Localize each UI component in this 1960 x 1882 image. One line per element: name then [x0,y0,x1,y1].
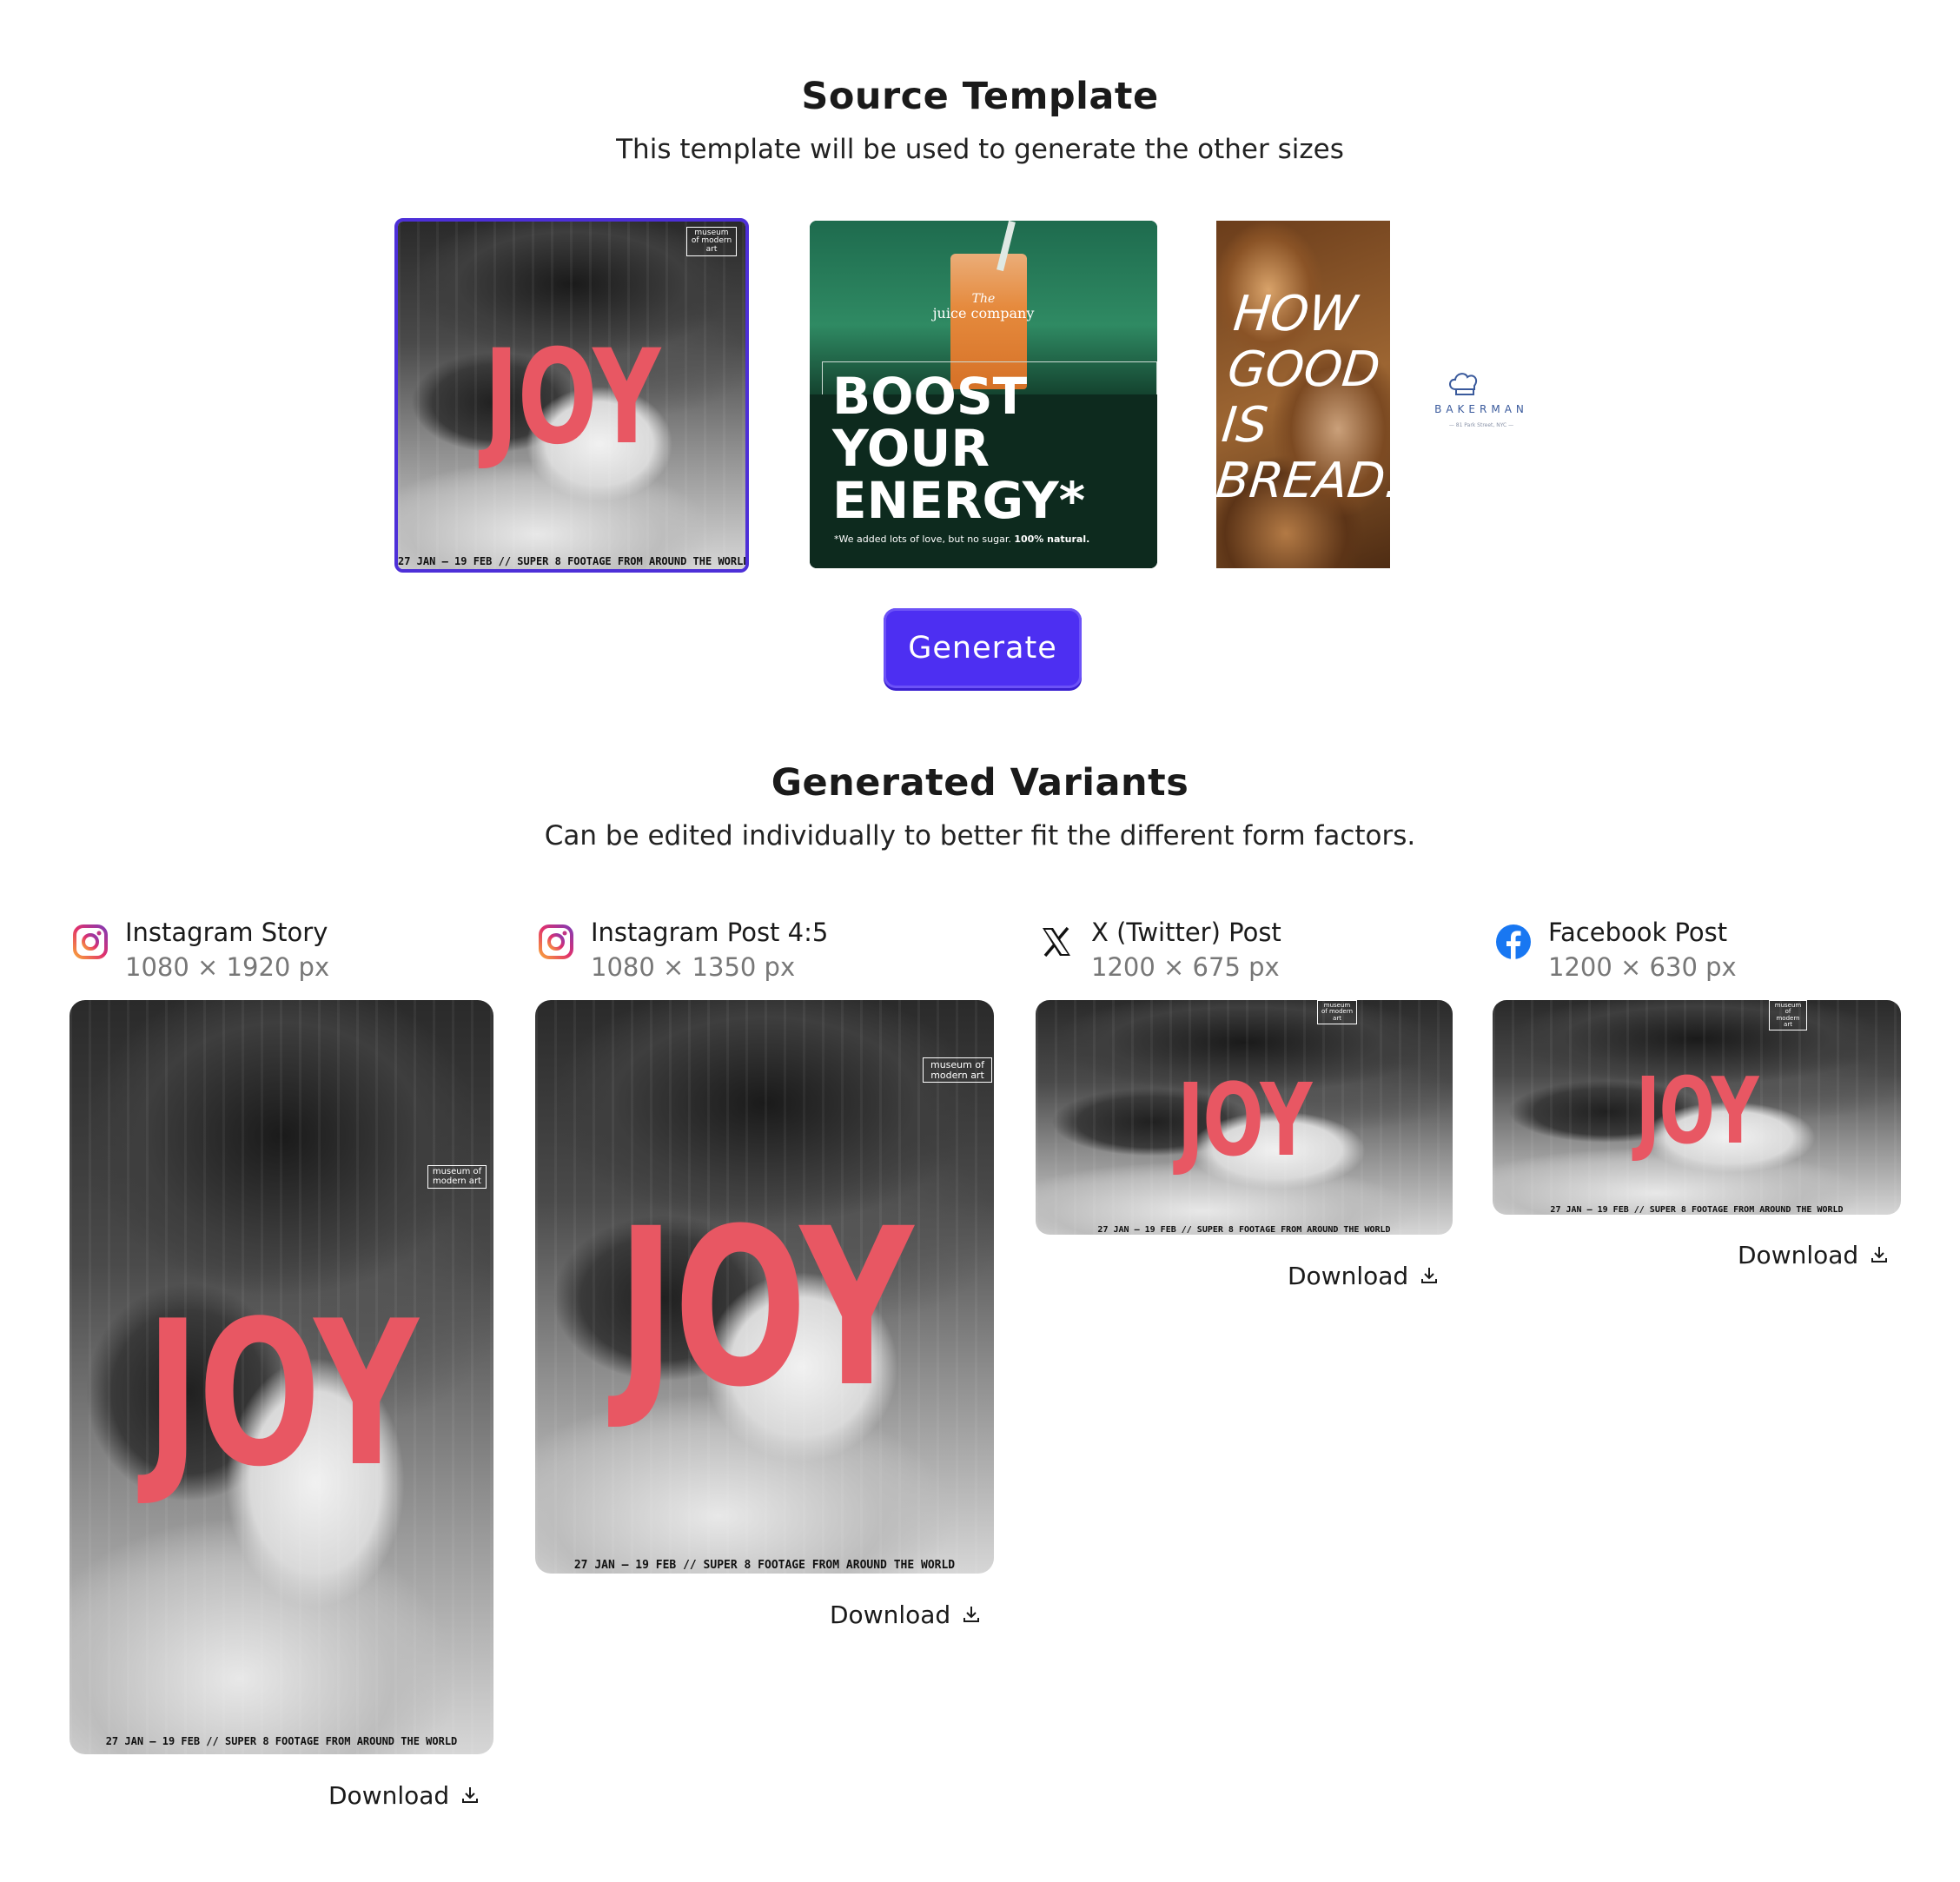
variant-dimensions: 1200 × 630 px [1548,952,1737,982]
variant-name: Instagram Post 4:5 [591,918,829,947]
juice-brand-small: The [971,292,996,306]
template-joy-card[interactable]: museum of modern art JOY 27 JAN – 19 FEB… [394,218,749,573]
download-button[interactable]: Download [1738,1241,1890,1269]
variant-dimensions: 1080 × 1350 px [591,952,796,982]
museum-label: museum of modern art [427,1165,487,1189]
template-bread-card[interactable]: HOW GOOD IS BREAD. BAKERMAN — 81 Park St… [1216,221,1564,568]
joy-headline: JOY [617,1182,913,1435]
bread-headline-line-4: BREAD. [1216,453,1404,509]
juice-headline-line-1: BOOST [832,367,1028,426]
download-icon [1421,1268,1438,1283]
variant-x-twitter-preview[interactable]: museum of modern art JOY 27 JAN – 19 FEB… [1036,1000,1453,1235]
juice-headline: BOOST YOUR ENERGY* [832,370,1085,527]
bakerman-address: — 81 Park Street, NYC — [1448,422,1514,428]
joy-headline: JOY [1635,1058,1759,1164]
juice-headline-line-3: ENERGY* [832,471,1086,530]
variant-name: Facebook Post [1548,918,1728,947]
generate-button[interactable]: Generate [884,608,1082,688]
source-template-title: Source Template [801,75,1159,118]
variants-subtitle: Can be edited individually to better fit… [544,820,1416,852]
bread-headline-line-1: HOW [1230,286,1361,342]
variant-name: X (Twitter) Post [1091,918,1281,947]
museum-label: museum of modern art [1769,1000,1807,1031]
juice-headline-line-2: YOUR [832,419,990,478]
download-label: Download [1288,1262,1409,1290]
variants-title: Generated Variants [771,761,1189,805]
bread-headline: HOW GOOD IS BREAD. [1216,286,1420,509]
joy-caption: 27 JAN – 19 FEB // SUPER 8 FOOTAGE FROM … [573,1559,956,1572]
variant-dimensions: 1200 × 675 px [1091,952,1280,982]
joy-headline: JOY [483,322,660,474]
facebook-icon [1494,923,1533,961]
chef-hat-icon [1447,370,1481,398]
joy-caption: 27 JAN – 19 FEB // SUPER 8 FOOTAGE FROM … [398,555,745,567]
download-label: Download [1738,1241,1859,1269]
juice-footnote-text: *We added lots of love, but no sugar. [834,533,1011,545]
download-icon [462,1787,479,1803]
instagram-icon [71,923,109,961]
juice-footnote-bold: 100% natural. [1014,533,1090,545]
bread-headline-line-3: IS [1219,397,1271,454]
joy-caption: 27 JAN – 19 FEB // SUPER 8 FOOTAGE FROM … [1550,1205,1844,1215]
x-twitter-icon [1037,923,1076,961]
download-icon [1871,1247,1888,1262]
download-button[interactable]: Download [830,1600,982,1629]
joy-caption: 27 JAN – 19 FEB // SUPER 8 FOOTAGE FROM … [1097,1225,1391,1235]
bakerman-brand: BAKERMAN [1434,403,1528,415]
joy-caption: 27 JAN – 19 FEB // SUPER 8 FOOTAGE FROM … [105,1735,458,1747]
instagram-icon [537,923,575,961]
download-label: Download [328,1781,450,1810]
variant-instagram-story-preview[interactable]: museum of modern art JOY 27 JAN – 19 FEB… [70,1000,493,1754]
museum-label: museum of modern art [923,1057,992,1083]
juice-footnote: *We added lots of love, but no sugar. 10… [834,533,1089,545]
variant-facebook-preview[interactable]: museum of modern art JOY 27 JAN – 19 FEB… [1493,1000,1901,1215]
variant-dimensions: 1080 × 1920 px [125,952,330,982]
variant-instagram-post-preview[interactable]: museum of modern art JOY 27 JAN – 19 FEB… [535,1000,994,1574]
source-template-subtitle: This template will be used to generate t… [616,134,1344,165]
variant-name: Instagram Story [125,918,328,947]
download-label: Download [830,1600,951,1629]
download-button[interactable]: Download [1288,1262,1440,1290]
museum-label: museum of modern art [686,227,737,257]
template-juice-card[interactable]: The juice company BOOST YOUR ENERGY* *We… [810,221,1157,568]
bread-headline-line-2: GOOD [1225,341,1383,398]
juice-brand: juice company [932,305,1035,321]
joy-headline: JOY [1177,1063,1312,1179]
joy-headline: JOY [145,1279,419,1511]
museum-label: museum of modern art [1317,1000,1357,1025]
download-icon [963,1607,980,1622]
download-button[interactable]: Download [328,1781,480,1810]
